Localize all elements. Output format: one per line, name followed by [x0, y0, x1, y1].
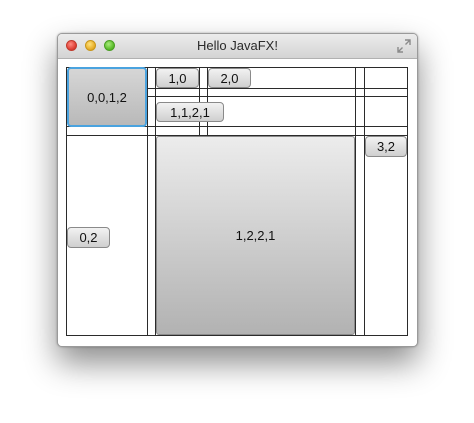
button-3-2[interactable]: 3,2	[365, 136, 407, 157]
grid-pane: 0,0,1,2 1,0 2,0 1,1,2,1 3,2 0,2 1,2,2,1	[58, 59, 417, 346]
grid-line	[364, 67, 365, 336]
fullscreen-icon[interactable]	[397, 39, 411, 53]
window-title: Hello JavaFX!	[197, 38, 278, 53]
grid-line	[66, 335, 408, 336]
button-1-2-2-1[interactable]: 1,2,2,1	[156, 136, 355, 335]
grid-line	[147, 67, 148, 336]
button-0-0-1-2[interactable]: 0,0,1,2	[67, 67, 147, 127]
title-bar[interactable]: Hello JavaFX!	[58, 34, 417, 59]
button-1-1-2-1[interactable]: 1,1,2,1	[156, 102, 224, 122]
button-2-0[interactable]: 2,0	[208, 68, 251, 88]
grid-line	[199, 67, 200, 135]
button-0-2[interactable]: 0,2	[67, 227, 110, 248]
grid-line	[147, 96, 408, 97]
button-1-0[interactable]: 1,0	[156, 68, 199, 88]
grid-line	[355, 67, 356, 336]
app-window: Hello JavaFX! 0,0,1,2 1,0 2,0 1,1,2,1 3,…	[57, 33, 418, 347]
grid-line	[147, 88, 408, 89]
grid-line	[407, 67, 408, 336]
